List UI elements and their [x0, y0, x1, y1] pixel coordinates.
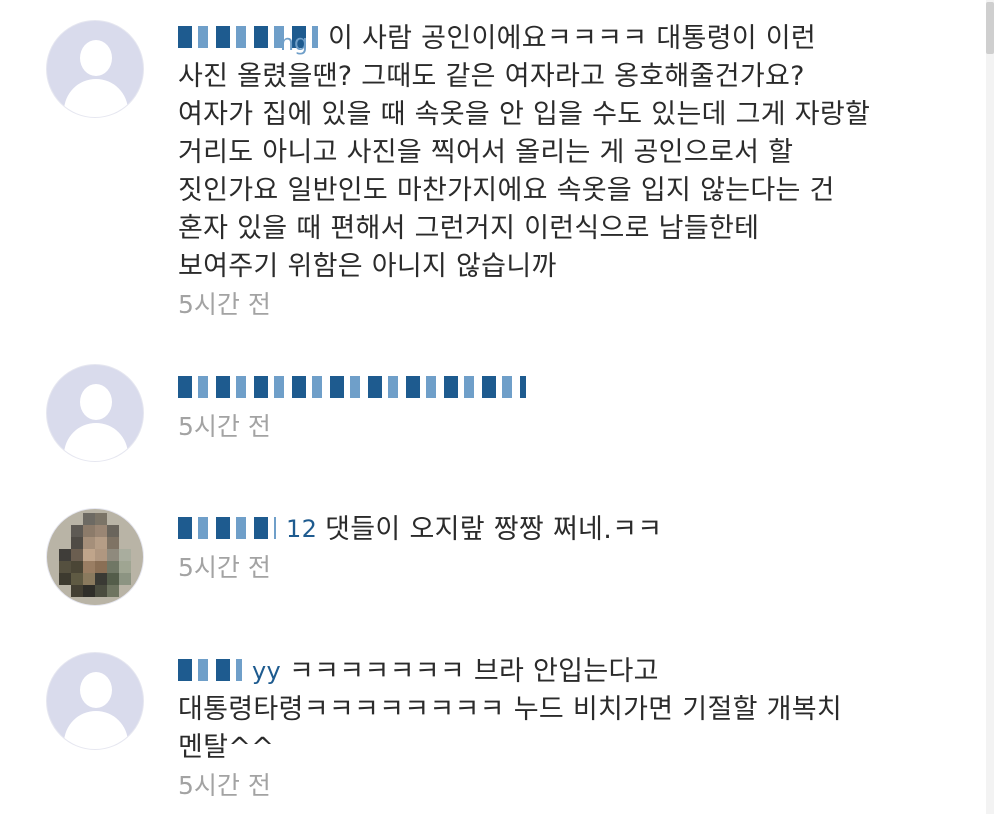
author-name-suffix[interactable]: yy [252, 652, 281, 690]
comment-text-line: 멘탈^^ [178, 732, 275, 763]
comment-text-line: 보여주기 위함은 아니지 않습니까 [178, 251, 557, 282]
comment-timestamp: 5시간 전 [178, 412, 271, 441]
comment-text-line: 여자가 집에 있을 때 속옷을 안 입을 수도 있는데 그게 자랑할 [178, 99, 871, 130]
comment-line-wrap: yy ㅋㅋㅋㅋㅋㅋㅋ 브라 안입는다고 [178, 652, 938, 691]
default-avatar-icon[interactable] [46, 652, 144, 750]
author-name-suffix[interactable]: ng [280, 31, 308, 56]
default-avatar-icon[interactable] [46, 364, 144, 462]
user-photo-avatar[interactable] [46, 508, 144, 606]
comment-line-wrap: 12 댓들이 오지랖 짱짱 쩌네.ㅋㅋ [178, 510, 938, 549]
author-name-redacted[interactable] [178, 517, 276, 539]
scrollbar[interactable] [986, 0, 994, 814]
author-name-redacted[interactable] [178, 659, 242, 681]
author-name-suffix[interactable]: 12 [286, 510, 317, 548]
comment-text-line: ㅋㅋㅋㅋㅋㅋㅋ 브라 안입는다고 [289, 656, 659, 687]
comment-text-line: 짓인가요 일반인도 마찬가지에요 속옷을 입지 않는다는 건 [178, 175, 835, 206]
comment-text-line: 댓들이 오지랖 짱짱 쩌네.ㅋㅋ [325, 514, 663, 545]
scrollbar-thumb[interactable] [986, 2, 994, 54]
comment-text-line: 대통령타령ㅋㅋㅋㅋㅋㅋㅋㅋ 누드 비치가면 기절할 개복치 [178, 694, 843, 725]
comment-line-wrap [178, 370, 938, 408]
comment-timestamp: 5시간 전 [178, 771, 271, 800]
comment-text-line: 사진 올렸을땐? 그때도 같은 여자라고 옹호해줄건가요? [178, 61, 805, 92]
comment-body: yy ㅋㅋㅋㅋㅋㅋㅋ 브라 안입는다고 대통령타령ㅋㅋㅋㅋㅋㅋㅋㅋ 누드 비치가면… [178, 652, 938, 803]
comment-body: 이 사람 공인이에요ㅋㅋㅋㅋ 대통령이 이런 사진 올렸을땐? 그때도 같은 여… [178, 20, 938, 322]
default-avatar-icon[interactable] [46, 20, 144, 118]
author-name-redacted[interactable] [178, 376, 526, 398]
comment-text-line: 혼자 있을 때 편해서 그런거지 이런식으로 남들한테 [178, 213, 760, 244]
comment-text-line: 이 사람 공인이에요ㅋㅋㅋㅋ 대통령이 이런 [328, 23, 817, 54]
comment-body: 12 댓들이 오지랖 짱짱 쩌네.ㅋㅋ 5시간 전 [178, 510, 938, 585]
comment-text-line: 거리도 아니고 사진을 찍어서 올리는 게 공인으로서 할 [178, 137, 794, 168]
comment-timestamp: 5시간 전 [178, 553, 271, 582]
comment-timestamp: 5시간 전 [178, 290, 271, 319]
comment-body: 5시간 전 [178, 370, 938, 444]
